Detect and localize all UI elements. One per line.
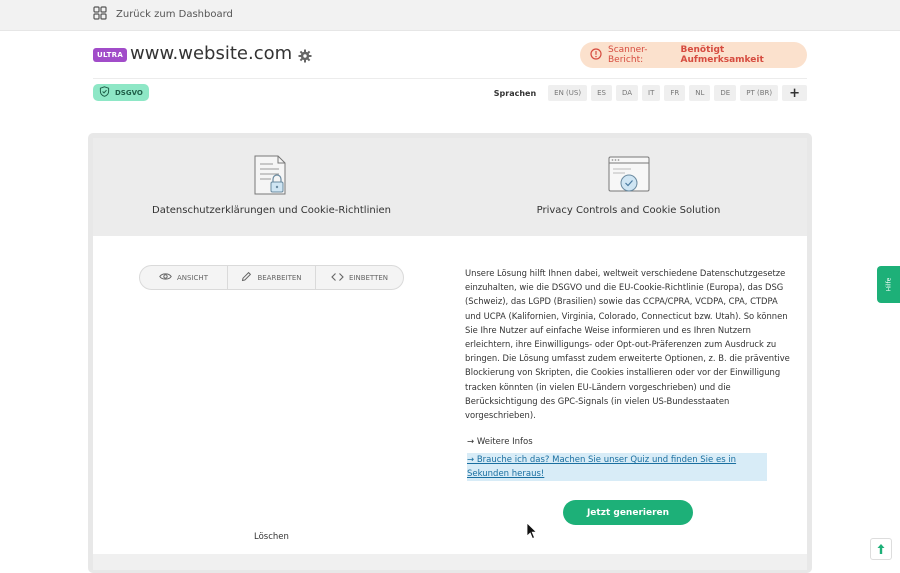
language-da[interactable]: DA bbox=[615, 85, 639, 101]
language-nl[interactable]: NL bbox=[689, 85, 711, 101]
warning-circle-icon bbox=[590, 47, 602, 63]
languages-label: Sprachen bbox=[493, 88, 537, 98]
content-footer bbox=[93, 554, 807, 570]
scanner-status: Benötigt Aufmerksamkeit bbox=[680, 45, 764, 65]
product-description: Unsere Lösung hilft Ihnen dabei, weltwei… bbox=[465, 268, 790, 421]
mouse-cursor-icon bbox=[526, 522, 538, 544]
help-tab[interactable]: Hilfe bbox=[877, 266, 900, 303]
eye-icon bbox=[159, 272, 172, 283]
add-language-button[interactable]: + bbox=[782, 85, 807, 101]
tab-privacy-controls[interactable]: Privacy Controls and Cookie Solution bbox=[450, 138, 807, 236]
plan-badge: ULTRA bbox=[93, 48, 128, 62]
embed-mode-button[interactable]: EINBETTEN bbox=[316, 266, 403, 289]
tab-privacy-policies[interactable]: Datenschutzerklärungen und Cookie-Richtl… bbox=[93, 138, 450, 236]
language-en-us[interactable]: EN (US) bbox=[548, 85, 588, 101]
site-title: www.website.com bbox=[130, 43, 293, 64]
compliance-badge: DSGVO bbox=[93, 84, 149, 101]
tab-label: Datenschutzerklärungen und Cookie-Richtl… bbox=[152, 205, 391, 216]
back-label: Zurück zum Dashboard bbox=[116, 8, 233, 20]
delete-button[interactable]: Löschen bbox=[254, 532, 289, 542]
view-mode-switcher: ANSICHT BEARBEITEN EINBETTEN bbox=[139, 265, 404, 290]
document-lock-icon bbox=[251, 152, 291, 202]
more-info-link[interactable]: → Weitere Infos bbox=[467, 437, 533, 447]
pencil-icon bbox=[241, 271, 252, 284]
language-de[interactable]: DE bbox=[714, 85, 737, 101]
browser-shield-icon bbox=[607, 155, 651, 199]
help-label: Hilfe bbox=[885, 277, 892, 292]
generate-button[interactable]: Jetzt generieren bbox=[563, 500, 693, 525]
mode-label: ANSICHT bbox=[177, 273, 208, 282]
compliance-label: DSGVO bbox=[115, 88, 143, 97]
language-es[interactable]: ES bbox=[591, 85, 612, 101]
scanner-report-badge[interactable]: Scanner-Bericht: Benötigt Aufmerksamkeit bbox=[580, 42, 807, 68]
shield-check-icon bbox=[99, 86, 110, 99]
language-pt-br[interactable]: PT (BR) bbox=[740, 85, 779, 101]
back-to-dashboard-link[interactable]: Zurück zum Dashboard bbox=[93, 5, 233, 23]
quiz-link[interactable]: → Brauche ich das? Machen Sie unser Quiz… bbox=[467, 453, 767, 481]
grid-icon bbox=[93, 5, 107, 24]
arrow-up-icon bbox=[876, 540, 886, 559]
scroll-to-top-button[interactable] bbox=[870, 538, 892, 560]
scanner-prefix: Scanner-Bericht: bbox=[608, 45, 648, 65]
edit-mode-button[interactable]: BEARBEITEN bbox=[228, 266, 316, 289]
mode-label: EINBETTEN bbox=[348, 273, 389, 282]
tab-label: Privacy Controls and Cookie Solution bbox=[536, 205, 721, 216]
top-bar: Zurück zum Dashboard bbox=[0, 0, 900, 31]
divider bbox=[93, 78, 807, 79]
language-fr[interactable]: FR bbox=[664, 85, 686, 101]
mode-label: BEARBEITEN bbox=[257, 273, 302, 282]
view-mode-button[interactable]: ANSICHT bbox=[140, 266, 228, 289]
code-icon bbox=[331, 272, 344, 284]
language-selector: Sprachen EN (US) ES DA IT FR NL DE PT (B… bbox=[494, 85, 807, 101]
language-it[interactable]: IT bbox=[642, 85, 661, 101]
gear-icon[interactable] bbox=[298, 48, 312, 67]
